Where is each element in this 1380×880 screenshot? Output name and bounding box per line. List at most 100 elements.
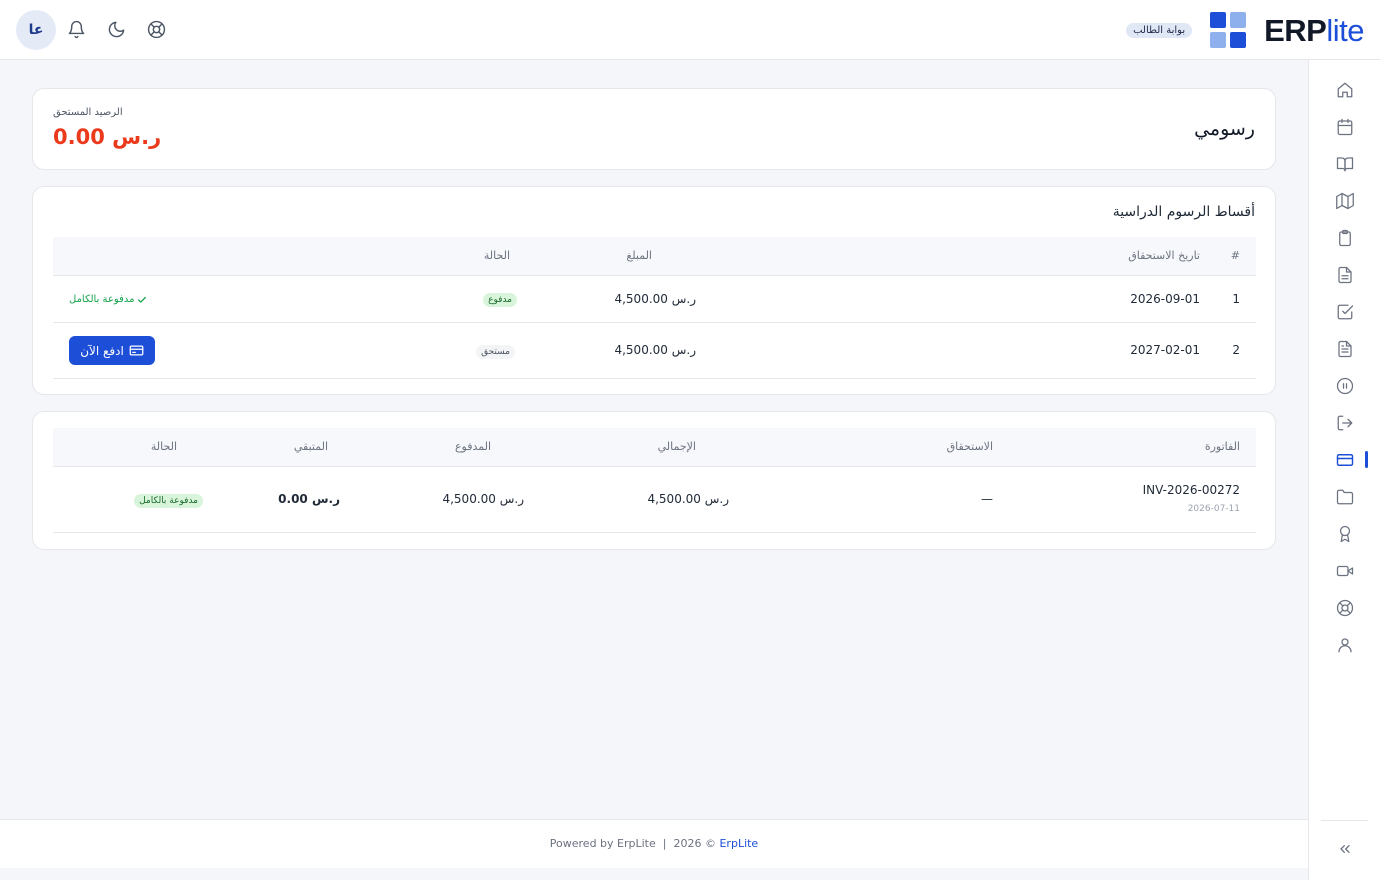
video-icon [1336, 565, 1354, 577]
invoice-total: 4,500.00 ر.س [647, 492, 729, 506]
table-row: INV-2026-00272 2026-07-11 — 4,500.00 ر.س… [53, 467, 1256, 533]
chevrons-left-icon [1340, 845, 1350, 853]
fees-summary-card: رسومي الرصيد المستحق 0.00 ر.س [32, 88, 1276, 170]
sidebar-item-courses[interactable] [1335, 154, 1355, 174]
check-square-icon [1337, 304, 1354, 320]
file-text-icon [1338, 266, 1352, 284]
logo-square [1210, 32, 1227, 48]
paid-in-full-note: مدفوعة بالكامل [69, 294, 147, 305]
table-header: # تاريخ الاستحقاق المبلغ الحالة [53, 237, 1256, 276]
book-open-icon [1336, 157, 1354, 172]
column-header-status: الحالة [150, 440, 177, 453]
status-badge: مدفوع [483, 293, 517, 307]
balance-label: الرصيد المستحق [53, 107, 123, 118]
installments-card: أقساط الرسوم الدراسية # تاريخ الاستحقاق … [32, 186, 1276, 395]
sidebar-item-assignments[interactable] [1335, 228, 1355, 248]
portal-badge: بوابة الطالب [1126, 22, 1193, 38]
invoice-remaining: 0.00 ر.س [278, 492, 340, 506]
collapse-sidebar-button[interactable] [1335, 839, 1355, 859]
paid-note-label: مدفوعة بالكامل [69, 294, 135, 305]
sidebar-item-support[interactable] [1335, 598, 1355, 618]
installments-title: أقساط الرسوم الدراسية [1112, 204, 1255, 220]
table-row: 1 2026-09-01 4,500.00 ر.س مدفوع مدفوعة ب… [53, 276, 1256, 323]
bell-icon [68, 20, 84, 39]
header-tools: عا [16, 9, 176, 50]
help-button[interactable] [136, 10, 176, 50]
logo-square [1210, 12, 1227, 28]
theme-toggle-button[interactable] [96, 10, 136, 50]
brand: بوابة الطالب ERPlite [1126, 10, 1364, 50]
installment-number: 1 [1232, 292, 1240, 306]
balance-value: 0.00 ر.س [53, 125, 162, 149]
pause-circle-icon [1336, 377, 1354, 395]
check-icon [138, 296, 147, 303]
calendar-icon [1337, 118, 1353, 136]
sidebar-item-video[interactable] [1335, 561, 1355, 581]
sidebar-item-map[interactable] [1335, 191, 1355, 211]
sidebar-item-reports[interactable] [1335, 339, 1355, 359]
sidebar-item-documents[interactable] [1335, 265, 1355, 285]
sidebar-item-files[interactable] [1335, 487, 1355, 507]
column-header-number: # [1230, 249, 1240, 262]
status-badge: مدفوعة بالكامل [134, 494, 203, 508]
installments-table: # تاريخ الاستحقاق المبلغ الحالة 1 2026-0… [53, 237, 1256, 379]
sidebar-item-fees[interactable] [1335, 450, 1355, 470]
pay-now-label: ادفع الآن [80, 343, 124, 358]
sidebar-item-home[interactable] [1335, 80, 1355, 100]
top-header: بوابة الطالب ERPlite عا [0, 0, 1380, 60]
award-icon [1339, 525, 1351, 543]
home-icon [1337, 82, 1353, 98]
invoices-card: الفاتورة الاستحقاق الإجمالي المدفوع المت… [32, 411, 1276, 550]
folder-icon [1336, 489, 1354, 505]
logo-erp: ERP [1264, 12, 1327, 48]
logo-text[interactable]: ERPlite [1264, 15, 1364, 46]
sidebar [1308, 60, 1380, 880]
moon-icon [108, 21, 124, 38]
footer: Powered by ErpLite | 2026 © ErpLite [0, 819, 1308, 868]
table-header: الفاتورة الاستحقاق الإجمالي المدفوع المت… [53, 428, 1256, 467]
invoice-date: 2026-07-11 [1187, 504, 1240, 514]
status-badge: مستحق [476, 345, 515, 359]
notifications-button[interactable] [56, 10, 96, 50]
logo-square [1230, 32, 1247, 48]
invoice-paid: 4,500.00 ر.س [442, 492, 524, 506]
sidebar-item-suspension[interactable] [1335, 376, 1355, 396]
credit-card-icon [129, 345, 144, 356]
sidebar-item-certificates[interactable] [1335, 524, 1355, 544]
column-header-invoice: الفاتورة [1204, 440, 1240, 453]
erplite-link[interactable]: ErpLite [719, 837, 758, 850]
invoice-due: — [981, 492, 993, 506]
footer-text: Powered by ErpLite | 2026 © ErpLite [0, 837, 1308, 850]
active-indicator [1365, 451, 1368, 468]
page-title: رسومي [1194, 118, 1255, 140]
installment-due-date: 2026-09-01 [1130, 292, 1200, 306]
sidebar-item-schedule[interactable] [1335, 117, 1355, 137]
table-row: 2 2027-02-01 4,500.00 ر.س مستحق ادفع الآ… [53, 323, 1256, 379]
invoices-table: الفاتورة الاستحقاق الإجمالي المدفوع المت… [53, 428, 1256, 533]
installment-due-date: 2027-02-01 [1130, 343, 1200, 357]
avatar[interactable]: عا [16, 9, 56, 50]
copyright-year: 2026 © [673, 837, 716, 850]
footer-separator: | [662, 837, 667, 850]
life-buoy-icon [1336, 599, 1354, 617]
column-header-total: الإجمالي [657, 440, 696, 453]
column-header-remaining: المتبقي [293, 440, 328, 453]
credit-card-icon [1336, 454, 1354, 466]
installment-amount: 4,500.00 ر.س [614, 343, 696, 357]
pay-now-button[interactable]: ادفع الآن [69, 336, 155, 365]
logo-mark [1210, 12, 1247, 48]
map-icon [1336, 192, 1354, 210]
column-header-due-date: تاريخ الاستحقاق [1128, 249, 1200, 262]
logo-square [1230, 12, 1247, 28]
invoice-number[interactable]: INV-2026-00272 [1143, 483, 1240, 497]
log-out-icon [1337, 415, 1353, 431]
powered-by-text: Powered by ErpLite [549, 837, 656, 850]
sidebar-item-profile[interactable] [1335, 635, 1355, 655]
installment-number: 2 [1232, 343, 1240, 357]
sidebar-item-attendance[interactable] [1335, 302, 1355, 322]
sidebar-item-withdrawal[interactable] [1335, 413, 1355, 433]
user-icon [1338, 638, 1352, 653]
life-buoy-icon [147, 20, 165, 39]
column-header-amount: المبلغ [626, 249, 652, 262]
clipboard-icon [1339, 229, 1351, 247]
